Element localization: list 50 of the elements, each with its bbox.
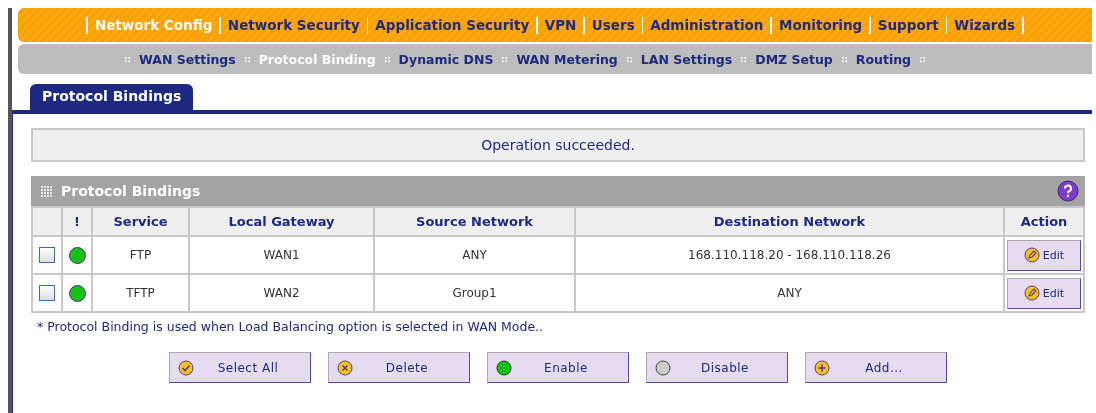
pencil-circle-icon [1023, 247, 1040, 263]
subnav-link[interactable]: Routing [855, 51, 911, 67]
nav-link[interactable]: Network Security [227, 17, 360, 33]
column-header: Local Gateway [189, 207, 374, 236]
page-tab[interactable]: Protocol Bindings [30, 84, 194, 110]
table-cell: 168.110.118.20 - 168.110.118.26 [575, 236, 1004, 274]
disable-button[interactable]: Disable [646, 352, 788, 383]
nav-link[interactable]: Administration [650, 17, 764, 33]
subnav-link[interactable]: LAN Settings [640, 51, 733, 67]
filled-circle-icon [496, 359, 512, 376]
column-header: Action [1004, 207, 1084, 236]
subnav-link[interactable]: Dynamic DNS [398, 51, 494, 67]
subnav-link[interactable]: DMZ Setup [755, 51, 833, 67]
status-message: Operation succeeded. [31, 128, 1085, 162]
nav-link[interactable]: VPN [544, 17, 577, 33]
column-header: ! [62, 207, 92, 236]
checkbox[interactable] [39, 247, 55, 263]
table-cell: WAN1 [189, 236, 374, 274]
nav-link[interactable]: Wizards [954, 17, 1016, 33]
plus-circle-icon [814, 359, 830, 376]
column-header: Service [92, 207, 189, 236]
nav-link[interactable]: Users [591, 17, 635, 33]
check-circle-icon [178, 359, 194, 376]
help-icon[interactable] [1057, 180, 1079, 202]
nav-link[interactable]: Application Security [375, 17, 530, 33]
add-button[interactable]: Add... [805, 352, 947, 383]
subnav-link[interactable]: WAN Metering [516, 51, 618, 67]
enable-button[interactable]: Enable [487, 352, 629, 383]
section-title: Protocol Bindings [61, 183, 202, 199]
empty-circle-icon [655, 359, 671, 376]
x-circle-icon [337, 359, 353, 376]
table-cell: ANY [374, 236, 575, 274]
delete-button[interactable]: Delete [328, 352, 470, 383]
subnav-link[interactable]: WAN Settings [139, 51, 236, 67]
pencil-circle-icon [1023, 285, 1040, 301]
nav-link[interactable]: Support [877, 17, 939, 33]
nav-link[interactable]: Monitoring [779, 17, 863, 33]
checkbox[interactable] [39, 285, 55, 301]
footnote: * Protocol Binding is used when Load Balancing option is selected in WAN Mode.. [37, 319, 545, 334]
table-cell: Group1 [374, 274, 575, 312]
table-cell: TFTP [92, 274, 189, 312]
select-all-button[interactable]: Select All [169, 352, 311, 383]
column-header: Source Network [374, 207, 575, 236]
edit-button[interactable]: Edit [1007, 277, 1081, 309]
table-cell: WAN2 [189, 274, 374, 312]
table-cell: ANY [575, 274, 1004, 312]
column-header: Destination Network [575, 207, 1004, 236]
grip-icon [41, 185, 52, 197]
edit-button[interactable]: Edit [1007, 239, 1081, 271]
table-cell: FTP [92, 236, 189, 274]
